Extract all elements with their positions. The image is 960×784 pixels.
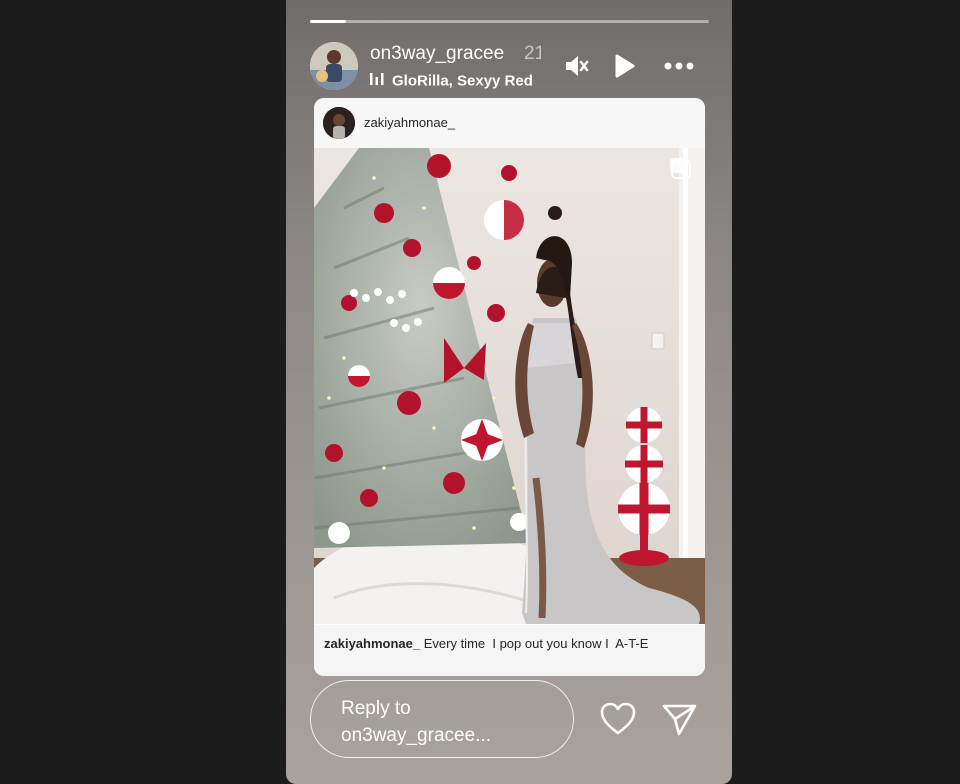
story-username[interactable]: on3way_gracee [370,43,504,65]
shared-post-username[interactable]: zakiyahmonae_ [364,115,455,130]
story-progress-bar [310,20,709,23]
play-icon [615,54,635,78]
shared-post-header: zakiyahmonae_ [314,98,705,148]
send-button[interactable] [661,702,699,743]
shared-post-photo [314,148,705,624]
caption-text: Every time I pop out you know I A-T-E [420,636,649,651]
reply-placeholder-line1: Reply to [341,698,411,719]
shared-post-caption: zakiyahmonae_ Every time I pop out you k… [324,636,648,651]
music-bars-icon [370,72,384,90]
mute-button[interactable] [562,52,590,85]
multi-photo-icon [670,158,692,180]
story-progress-fill [310,20,346,23]
reply-input[interactable]: Reply to on3way_gracee... [310,680,574,758]
reply-placeholder-line2: on3way_gracee... [341,725,491,746]
music-attribution[interactable]: GloRilla, Sexyy Red [370,72,542,92]
play-button[interactable] [612,52,638,85]
reply-placeholder: Reply to on3way_gracee... [341,695,541,749]
story-viewer: on3way_gracee 21 GloRilla, Sexyy Red zak… [286,0,732,784]
shared-post-avatar[interactable] [323,107,355,139]
more-icon [664,62,694,70]
caption-username[interactable]: zakiyahmonae_ [324,636,420,651]
avatar[interactable] [310,42,358,90]
send-icon [662,704,697,736]
shared-post-caption-bar: zakiyahmonae_ Every time I pop out you k… [314,625,705,676]
more-options-button[interactable] [662,56,696,81]
heart-icon [600,702,636,735]
shared-post-card[interactable]: zakiyahmonae_ zakiyahmonae_ Every time I… [314,98,705,676]
mute-icon [566,56,589,76]
like-button[interactable] [599,701,637,742]
avatar-image [310,42,358,90]
shared-post-avatar-image [323,107,355,139]
story-time: 21 [524,43,541,64]
music-label: GloRilla, Sexyy Red [392,72,533,90]
